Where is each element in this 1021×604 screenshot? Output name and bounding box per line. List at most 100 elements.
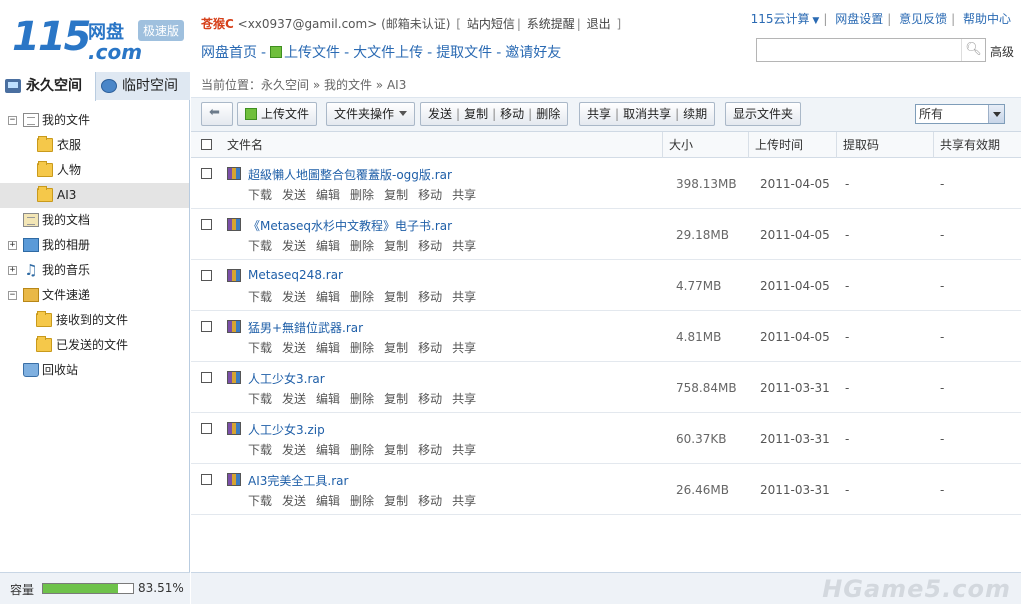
link-settings[interactable]: 网盘设置 <box>835 12 883 26</box>
table-row[interactable]: AI3完美全工具.rar 下载 发送 编辑 删除 复制 移动 共享 26.46MB 2011-03… <box>191 464 1021 515</box>
row-action-copy[interactable]: 复制 <box>384 443 408 457</box>
link-help[interactable]: 帮助中心 <box>963 12 1011 26</box>
col-filename[interactable]: 文件名 <box>221 132 663 158</box>
back-button[interactable] <box>201 102 233 126</box>
row-action-share[interactable]: 共享 <box>452 494 476 508</box>
row-action-send[interactable]: 发送 <box>282 341 306 355</box>
file-name-link[interactable]: 超級懶人地圖整合包覆蓋版-ogg版.rar <box>248 166 452 183</box>
row-action-edit[interactable]: 编辑 <box>316 341 340 355</box>
tree-item-clothes[interactable]: 衣服 <box>0 133 189 158</box>
row-action-share[interactable]: 共享 <box>452 341 476 355</box>
tree-item-my-files[interactable]: − 我的文件 <box>0 108 189 133</box>
file-name-link[interactable]: AI3完美全工具.rar <box>248 472 348 489</box>
row-action-send[interactable]: 发送 <box>282 188 306 202</box>
row-action-edit[interactable]: 编辑 <box>316 188 340 202</box>
logo[interactable]: 115 网盘 .com 极速版 <box>12 12 184 64</box>
row-action-download[interactable]: 下载 <box>248 443 272 457</box>
row-checkbox[interactable] <box>201 168 212 179</box>
row-action-share[interactable]: 共享 <box>452 443 476 457</box>
row-action-download[interactable]: 下载 <box>248 341 272 355</box>
advanced-search-link[interactable]: 高级 <box>990 43 1014 60</box>
row-checkbox[interactable] <box>201 270 212 281</box>
link-messages[interactable]: 站内短信 <box>467 17 515 31</box>
table-row[interactable]: 超級懶人地圖整合包覆蓋版-ogg版.rar 下载 发送 编辑 删除 复制 移动 共享 398.1… <box>191 158 1021 209</box>
nav-extract[interactable]: 提取文件 <box>436 45 492 61</box>
row-action-send[interactable]: 发送 <box>282 494 306 508</box>
delete-button[interactable]: 删除 <box>536 107 560 121</box>
search-icon[interactable]: 🔍︎ <box>961 39 985 61</box>
row-action-move[interactable]: 移动 <box>418 392 442 406</box>
row-action-download[interactable]: 下载 <box>248 188 272 202</box>
col-size[interactable]: 大小 <box>663 132 749 158</box>
row-action-edit[interactable]: 编辑 <box>316 392 340 406</box>
file-filter-select[interactable]: 所有 <box>915 104 1005 124</box>
nav-big-upload[interactable]: 大文件上传 <box>353 45 423 61</box>
row-action-move[interactable]: 移动 <box>418 443 442 457</box>
row-action-delete[interactable]: 删除 <box>350 392 374 406</box>
row-action-move[interactable]: 移动 <box>418 494 442 508</box>
file-name-link[interactable]: Metaseq248.rar <box>248 268 343 282</box>
row-action-copy[interactable]: 复制 <box>384 341 408 355</box>
tree-item-people[interactable]: 人物 <box>0 158 189 183</box>
collapse-icon[interactable]: − <box>8 291 17 300</box>
row-action-delete[interactable]: 删除 <box>350 494 374 508</box>
copy-button[interactable]: 复制 <box>464 107 488 121</box>
table-row[interactable]: 猛男+無錯位武器.rar 下载 发送 编辑 删除 复制 移动 共享 4.81MB 2011-04-… <box>191 311 1021 362</box>
table-row[interactable]: Metaseq248.rar 下载 发送 编辑 删除 复制 移动 共享 4.77MB 2011-0… <box>191 260 1021 311</box>
row-action-move[interactable]: 移动 <box>418 188 442 202</box>
file-name-link[interactable]: 猛男+無錯位武器.rar <box>248 319 363 336</box>
link-cloud[interactable]: 115云计算 <box>751 12 810 26</box>
row-action-edit[interactable]: 编辑 <box>316 443 340 457</box>
row-action-move[interactable]: 移动 <box>418 290 442 304</box>
row-action-move[interactable]: 移动 <box>418 341 442 355</box>
table-row[interactable]: 《Metaseq水杉中文教程》电子书.rar 下载 发送 编辑 删除 复制 移动 共享 29.1… <box>191 209 1021 260</box>
row-checkbox[interactable] <box>201 372 212 383</box>
row-action-edit[interactable]: 编辑 <box>316 494 340 508</box>
collapse-icon[interactable]: − <box>8 116 17 125</box>
row-action-edit[interactable]: 编辑 <box>316 290 340 304</box>
row-action-share[interactable]: 共享 <box>452 290 476 304</box>
tree-item-my-photos[interactable]: + 我的相册 <box>0 233 189 258</box>
renew-button[interactable]: 续期 <box>683 107 707 121</box>
tree-item-sent[interactable]: 已发送的文件 <box>0 333 189 358</box>
row-action-delete[interactable]: 删除 <box>350 239 374 253</box>
upload-button[interactable]: 上传文件 <box>237 102 318 126</box>
search-input[interactable] <box>757 39 957 61</box>
show-folder-button[interactable]: 显示文件夹 <box>725 102 802 126</box>
tree-item-ai3[interactable]: AI3 <box>0 183 189 208</box>
move-button[interactable]: 移动 <box>500 107 524 121</box>
tree-item-my-docs[interactable]: 我的文档 <box>0 208 189 233</box>
row-action-share[interactable]: 共享 <box>452 188 476 202</box>
row-action-delete[interactable]: 删除 <box>350 341 374 355</box>
row-action-download[interactable]: 下载 <box>248 290 272 304</box>
row-checkbox[interactable] <box>201 474 212 485</box>
row-action-delete[interactable]: 删除 <box>350 290 374 304</box>
tree-item-received[interactable]: 接收到的文件 <box>0 308 189 333</box>
row-action-delete[interactable]: 删除 <box>350 443 374 457</box>
row-action-copy[interactable]: 复制 <box>384 290 408 304</box>
row-action-download[interactable]: 下载 <box>248 392 272 406</box>
row-action-send[interactable]: 发送 <box>282 392 306 406</box>
share-button[interactable]: 共享 <box>587 107 611 121</box>
folder-ops-button[interactable]: 文件夹操作 <box>326 102 416 126</box>
row-action-send[interactable]: 发送 <box>282 290 306 304</box>
file-name-link[interactable]: 《Metaseq水杉中文教程》电子书.rar <box>248 217 452 234</box>
row-action-share[interactable]: 共享 <box>452 392 476 406</box>
table-row[interactable]: 人工少女3.zip 下载 发送 编辑 删除 复制 移动 共享 60.37KB 2011-03-31… <box>191 413 1021 464</box>
link-logout[interactable]: 退出 <box>587 17 611 31</box>
send-button[interactable]: 发送 <box>428 107 452 121</box>
tree-item-trash[interactable]: 回收站 <box>0 358 189 383</box>
row-action-send[interactable]: 发送 <box>282 239 306 253</box>
row-action-copy[interactable]: 复制 <box>384 494 408 508</box>
tab-permanent-space[interactable]: 永久空间 <box>0 72 96 101</box>
unshare-button[interactable]: 取消共享 <box>623 107 671 121</box>
file-name-link[interactable]: 人工少女3.rar <box>248 370 325 387</box>
row-action-download[interactable]: 下载 <box>248 494 272 508</box>
link-notices[interactable]: 系统提醒 <box>527 17 575 31</box>
tree-item-my-music[interactable]: + ♫ 我的音乐 <box>0 258 189 283</box>
row-action-download[interactable]: 下载 <box>248 239 272 253</box>
row-action-edit[interactable]: 编辑 <box>316 239 340 253</box>
expand-icon[interactable]: + <box>8 241 17 250</box>
nav-home[interactable]: 网盘首页 <box>201 45 257 61</box>
nav-invite[interactable]: 邀请好友 <box>505 45 561 61</box>
